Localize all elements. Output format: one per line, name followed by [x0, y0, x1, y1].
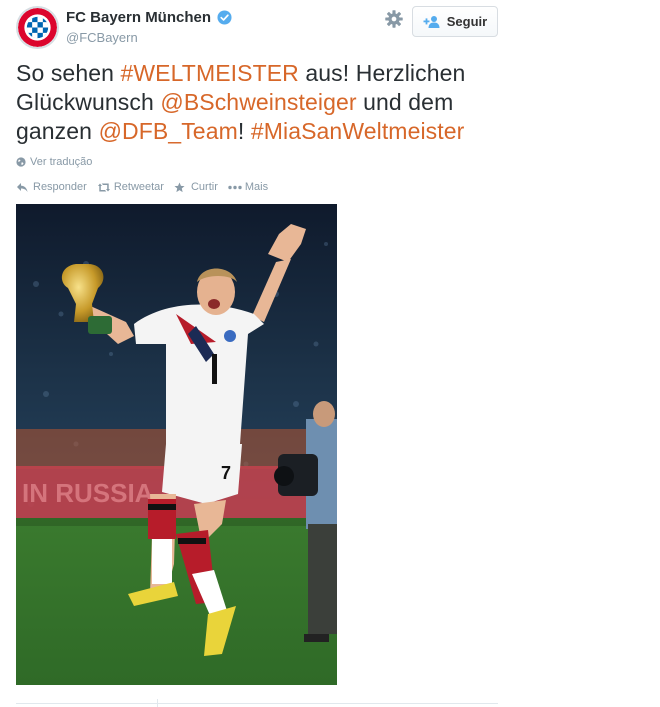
tweet-actions: Responder Retweetar Curtir Mais — [16, 181, 268, 193]
add-user-icon — [423, 15, 441, 29]
retweet-label: Retweetar — [113, 181, 164, 193]
avatar[interactable] — [16, 6, 59, 49]
tweet-text-segment: ! — [237, 118, 251, 144]
more-button[interactable]: Mais — [228, 181, 268, 193]
reply-icon — [16, 182, 28, 193]
globe-icon — [16, 157, 26, 167]
player-trophy-photo: IN RUSSIA 7 — [16, 204, 337, 685]
tweet-divider — [16, 703, 498, 704]
translate-link[interactable]: Ver tradução — [16, 156, 92, 168]
favorite-label: Curtir — [190, 181, 218, 193]
verified-badge-icon — [217, 10, 232, 25]
svg-text:7: 7 — [221, 463, 231, 483]
display-name[interactable]: FC Bayern München — [66, 9, 211, 26]
tweet-text-segment: So sehen — [16, 60, 121, 86]
reply-button[interactable]: Responder — [16, 181, 87, 193]
retweet-icon — [97, 182, 110, 193]
account-name-row: FC Bayern München — [66, 9, 232, 26]
more-dots-icon — [228, 182, 242, 193]
mention-link[interactable]: @DFB_Team — [99, 118, 238, 144]
star-icon — [174, 181, 186, 193]
fc-bayern-crest-icon — [18, 8, 57, 47]
tweet-card: FC Bayern München @FCBayern Seguir So se… — [0, 0, 660, 707]
follow-label: Seguir — [446, 14, 488, 29]
more-label: Mais — [244, 181, 269, 193]
divider-tick — [157, 699, 158, 707]
hashtag-link[interactable]: #WELTMEISTER — [120, 60, 298, 86]
gear-icon[interactable] — [383, 8, 405, 30]
tweet-photo[interactable]: IN RUSSIA 7 — [16, 204, 337, 685]
hashtag-link[interactable]: #MiaSanWeltmeister — [251, 118, 465, 144]
follow-button[interactable]: Seguir — [412, 6, 498, 37]
mention-link[interactable]: @BSchweinsteiger — [160, 89, 356, 115]
account-handle[interactable]: @FCBayern — [66, 30, 138, 45]
svg-text:IN RUSSIA: IN RUSSIA — [22, 478, 154, 508]
tweet-text: So sehen #WELTMEISTER aus! Herzlichen Gl… — [16, 59, 506, 146]
translate-label: Ver tradução — [30, 156, 93, 168]
favorite-button[interactable]: Curtir — [174, 181, 218, 193]
retweet-button[interactable]: Retweetar — [97, 181, 164, 193]
reply-label: Responder — [33, 181, 87, 193]
